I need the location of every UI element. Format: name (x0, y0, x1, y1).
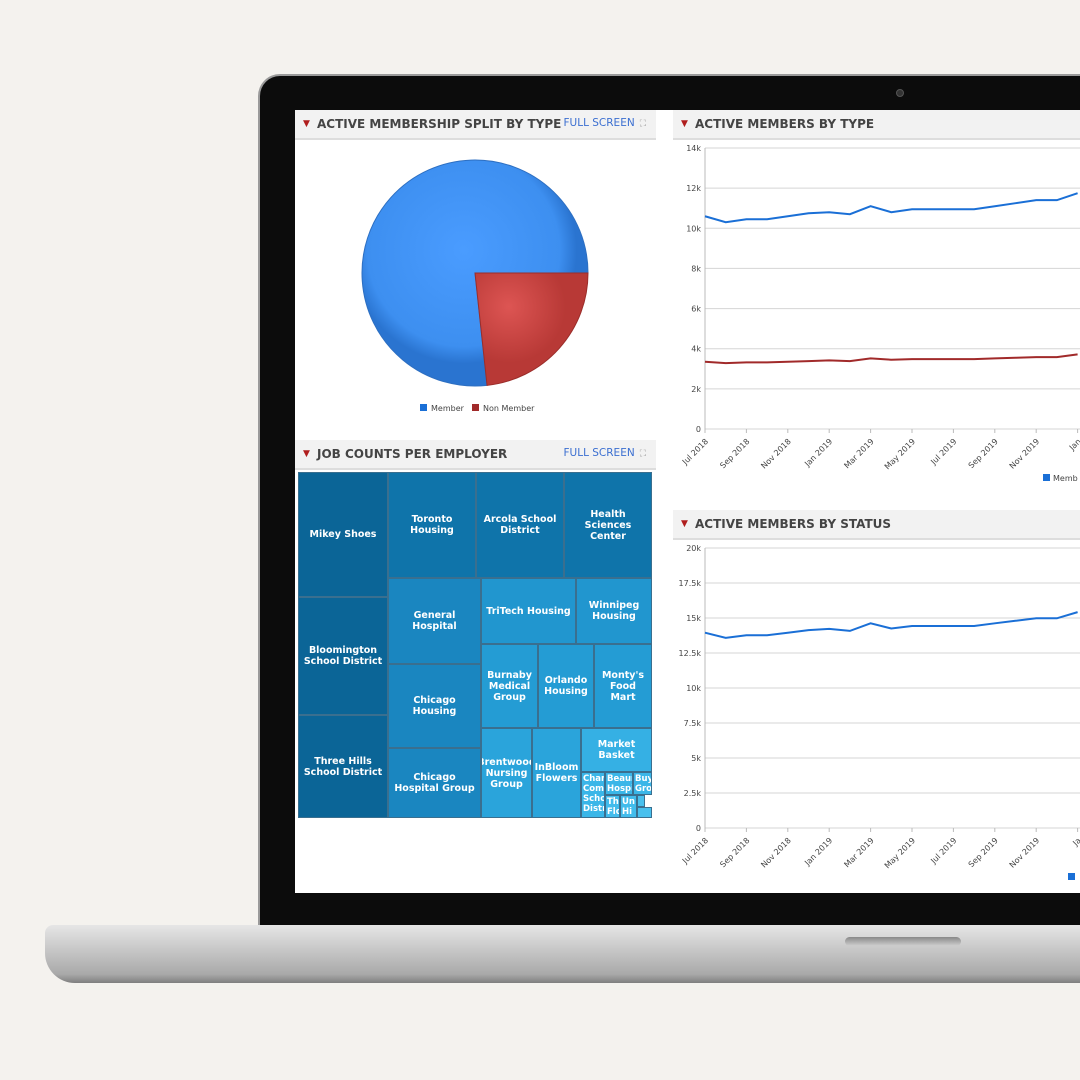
status-panel-title: ACTIVE MEMBERS BY STATUS (695, 517, 892, 531)
x-tick-label: Nov 2018 (759, 437, 793, 471)
legend-swatch (1068, 873, 1075, 880)
full-screen-label: FULL SCREEN (563, 117, 635, 129)
x-tick-label: Mar 2019 (842, 836, 875, 869)
webcam (896, 89, 904, 97)
treemap-cell[interactable]: Chan Com Scho Distr (581, 772, 605, 818)
y-tick-label: 7.5k (684, 719, 702, 728)
legend-swatch-non-member (472, 404, 479, 411)
treemap-cell[interactable]: Buy Gro (633, 772, 652, 795)
treemap-cell[interactable]: The Flo (605, 795, 620, 818)
treemap-cell[interactable]: Brentwood Nursing Group (481, 728, 532, 818)
legend-member: Member (431, 404, 465, 413)
triangle-down-icon[interactable]: ▼ (681, 119, 688, 129)
members-by-type-chart: 02k4k6k8k10k12k14kJul 2018 Sep 2018 Nov 20… (680, 144, 1080, 483)
laptop-notch (845, 937, 961, 946)
treemap-cell[interactable] (637, 807, 652, 818)
series-line[interactable] (704, 611, 1078, 639)
y-tick-label: 2k (691, 385, 701, 394)
x-tick-label: Sep 2019 (967, 437, 1000, 470)
pie-chart: Member Non Member (361, 159, 589, 413)
pie-panel-header: ▼ ACTIVE MEMBERSHIP SPLIT BY TYPE FULL S… (295, 110, 656, 140)
x-tick-label: Sep 2018 (718, 437, 751, 470)
dashboard-screen: ▼ ACTIVE MEMBERSHIP SPLIT BY TYPE FULL S… (295, 110, 1080, 893)
y-tick-label: 12.5k (679, 649, 702, 658)
x-tick-label: May 2019 (883, 437, 917, 471)
treemap-cell[interactable] (637, 795, 645, 807)
x-tick-label: Jan 2019 (802, 437, 834, 469)
y-tick-label: 5k (691, 754, 701, 763)
x-tick-label: Sep 2018 (718, 836, 751, 869)
treemap-cell[interactable]: Three Hills School District (298, 715, 388, 818)
treemap-cell[interactable]: Beaur Hospi (605, 772, 633, 795)
legend-non-member: Non Member (483, 404, 535, 413)
x-tick-label: Jan 2019 (802, 836, 834, 868)
legend-swatch-member (420, 404, 427, 411)
y-tick-label: 6k (691, 305, 701, 314)
y-tick-label: 20k (686, 544, 701, 553)
x-tick-label: Nov 2018 (759, 836, 793, 870)
treemap-cell[interactable]: Orlando Housing (538, 644, 594, 728)
full-screen-button[interactable]: FULL SCREEN ⛶ (564, 117, 647, 129)
expand-icon: ⛶ (639, 119, 646, 129)
series-line[interactable] (704, 192, 1078, 224)
pie-panel-title: ACTIVE MEMBERSHIP SPLIT BY TYPE (317, 117, 562, 131)
treemap-cell[interactable]: Market Basket (581, 728, 652, 772)
treemap-cell[interactable]: Monty's Food Mart (594, 644, 652, 728)
series-line[interactable] (704, 353, 1078, 365)
treemap-cell[interactable]: Burnaby Medical Group (481, 644, 538, 728)
treemap-cell[interactable]: InBloom Flowers (532, 728, 581, 818)
treemap-panel-title: JOB COUNTS PER EMPLOYER (317, 447, 508, 461)
triangle-down-icon[interactable]: ▼ (681, 519, 688, 529)
legend-swatch (1043, 474, 1050, 481)
treemap-cell[interactable]: Chicago Hospital Group (388, 748, 481, 818)
triangle-down-icon[interactable]: ▼ (303, 449, 310, 459)
treemap-cell[interactable]: Toronto Housing (388, 472, 476, 578)
treemap-cell[interactable]: Health Sciences Center (564, 472, 652, 578)
x-tick-label: Sep 2019 (967, 836, 1000, 869)
type-panel-title: ACTIVE MEMBERS BY TYPE (695, 117, 875, 131)
treemap-cell[interactable]: Arcola School District (476, 472, 564, 578)
y-tick-label: 15k (686, 614, 701, 623)
full-screen-label: FULL SCREEN (563, 447, 635, 459)
full-screen-button[interactable]: FULL SCREEN ⛶ (564, 447, 647, 459)
y-tick-label: 12k (686, 184, 701, 193)
x-tick-label: Jul 2018 (680, 437, 710, 467)
y-tick-label: 14k (686, 144, 701, 153)
y-tick-label: 0 (696, 425, 701, 434)
y-tick-label: 17.5k (679, 579, 702, 588)
x-tick-label: Jul 2019 (928, 437, 958, 467)
treemap-panel-header: ▼ JOB COUNTS PER EMPLOYER FULL SCREEN ⛶ (295, 440, 656, 470)
x-tick-label: Nov 2019 (1008, 437, 1042, 471)
y-tick-label: 8k (691, 264, 701, 273)
treemap-cell[interactable]: Mikey Shoes (298, 472, 388, 597)
y-tick-label: 10k (686, 684, 701, 693)
expand-icon: ⛶ (639, 449, 646, 459)
triangle-down-icon[interactable]: ▼ (303, 119, 310, 129)
treemap: Mikey Shoes Bloomington School District Th… (298, 472, 652, 818)
status-panel-header: ▼ ACTIVE MEMBERS BY STATUS (673, 510, 1080, 540)
x-tick-label: Ja (1071, 836, 1080, 848)
treemap-cell[interactable]: General Hospital (388, 578, 481, 664)
members-by-status-chart: 0 2.5k 5k 7.5k 10k 12.5k 15k 17.5k 20k Jul 2018 Se… (679, 544, 1080, 880)
treemap-cell[interactable]: Bloomington School District (298, 597, 388, 715)
y-tick-label: 4k (691, 345, 701, 354)
pie-slice-non-member[interactable] (474, 272, 589, 386)
treemap-cell[interactable]: Winnipeg Housing (576, 578, 652, 644)
y-tick-label: 10k (686, 224, 701, 233)
y-tick-label: 0 (696, 824, 701, 833)
x-tick-label: Mar 2019 (842, 437, 875, 470)
x-tick-label: Jan (1067, 437, 1080, 453)
x-tick-label: Jul 2019 (928, 836, 958, 866)
laptop-base (45, 925, 1080, 983)
treemap-cell[interactable]: TriTech Housing (481, 578, 576, 644)
y-tick-label: 2.5k (684, 789, 702, 798)
x-tick-label: Jul 2018 (680, 836, 710, 866)
legend-label: Memb (1053, 474, 1078, 483)
treemap-cell[interactable]: Un Hi (620, 795, 637, 818)
x-tick-label: Nov 2019 (1008, 836, 1042, 870)
type-panel-header: ▼ ACTIVE MEMBERS BY TYPE (673, 110, 1080, 140)
treemap-cell[interactable]: Chicago Housing (388, 664, 481, 748)
x-tick-label: May 2019 (883, 836, 917, 870)
